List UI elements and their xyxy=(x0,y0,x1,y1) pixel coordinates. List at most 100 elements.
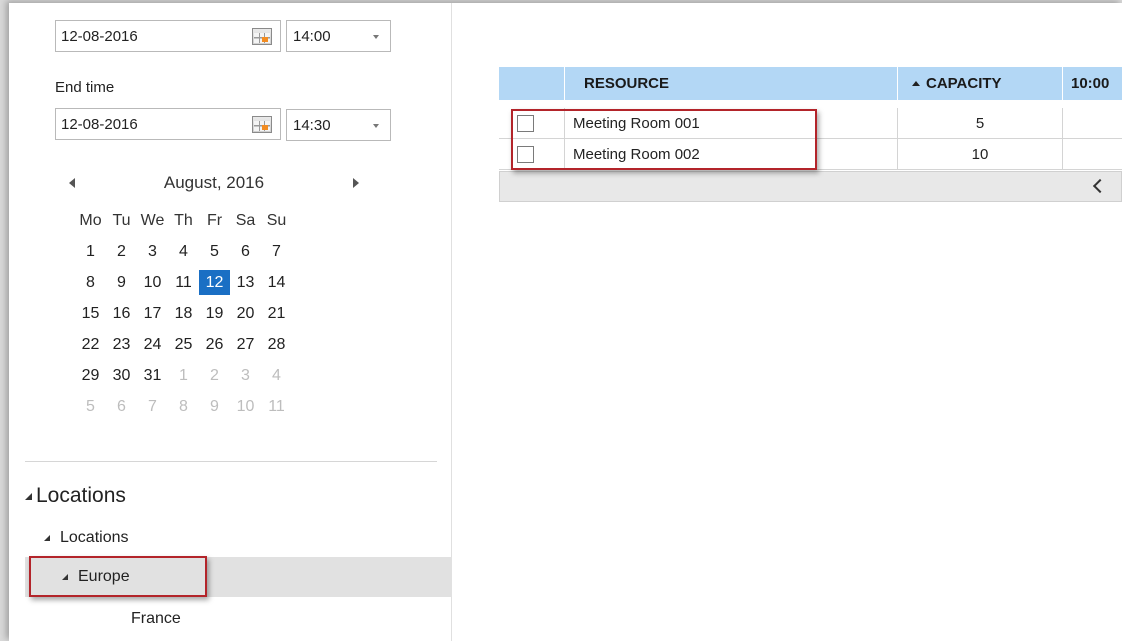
calendar-day[interactable]: 7 xyxy=(137,394,168,419)
end-date-value: 12-08-2016 xyxy=(61,115,138,133)
start-date-value: 12-08-2016 xyxy=(61,27,138,45)
capacity-cell: 10 xyxy=(898,139,1063,169)
calendar-day[interactable]: 1 xyxy=(75,239,106,264)
column-label: RESOURCE xyxy=(584,75,670,92)
calendar-day[interactable]: 8 xyxy=(168,394,199,419)
calendar-icon[interactable] xyxy=(252,28,272,45)
calendar-day[interactable]: 28 xyxy=(261,332,292,357)
calendar-day[interactable]: 6 xyxy=(230,239,261,264)
time-slot-cell[interactable] xyxy=(1063,139,1122,169)
calendar-nav: August, 2016 xyxy=(69,173,359,195)
calendar-day[interactable]: 9 xyxy=(106,270,137,295)
calendar-day[interactable]: 15 xyxy=(75,301,106,326)
tree-node-locations[interactable]: Locations xyxy=(44,529,129,547)
tree-node-label: Locations xyxy=(60,529,129,546)
calendar-day[interactable]: 24 xyxy=(137,332,168,357)
column-header-time[interactable]: 10:00 xyxy=(1063,67,1122,100)
calendar-day[interactable]: 16 xyxy=(106,301,137,326)
calendar-day[interactable]: 6 xyxy=(106,394,137,419)
chevron-down-icon xyxy=(373,124,379,128)
calendar-day[interactable]: 20 xyxy=(230,301,261,326)
end-time-select[interactable]: 14:30 xyxy=(286,109,391,141)
header-select-column[interactable] xyxy=(499,67,565,100)
chevron-down-icon xyxy=(373,35,379,39)
time-slot-cell[interactable] xyxy=(1063,108,1122,138)
column-label: 10:00 xyxy=(1071,75,1110,92)
start-date-field[interactable]: 12-08-2016 xyxy=(55,20,281,52)
column-label: CAPACITY xyxy=(926,75,1002,92)
horizontal-scrollbar[interactable] xyxy=(499,171,1122,202)
calendar-day[interactable]: 19 xyxy=(199,301,230,326)
calendar-week: 8 9 10 11 12 13 14 xyxy=(75,270,292,301)
weekday-label: We xyxy=(140,212,165,229)
capacity-cell: 5 xyxy=(898,108,1063,138)
filter-panel: 12-08-2016 14:00 End time 12-08-2016 14:… xyxy=(9,3,452,641)
calendar-day[interactable]: 26 xyxy=(199,332,230,357)
calendar-day[interactable]: 2 xyxy=(199,363,230,388)
calendar-day[interactable]: 14 xyxy=(261,270,292,295)
calendar-day[interactable]: 1 xyxy=(168,363,199,388)
calendar-day[interactable]: 10 xyxy=(137,270,168,295)
weekday-header: Mo Tu We Th Fr Sa Su xyxy=(75,208,292,239)
calendar-week: 29 30 31 1 2 3 4 xyxy=(75,363,292,394)
expand-triangle-icon[interactable] xyxy=(44,535,50,541)
weekday-label: Th xyxy=(174,212,193,229)
calendar-week: 15 16 17 18 19 20 21 xyxy=(75,301,292,332)
calendar-day[interactable]: 7 xyxy=(261,239,292,264)
locations-section-header[interactable]: Locations xyxy=(25,484,126,508)
calendar-day[interactable]: 21 xyxy=(261,301,292,326)
start-time-select[interactable]: 14:00 xyxy=(286,20,391,52)
column-header-capacity[interactable]: CAPACITY xyxy=(898,67,1063,100)
calendar-day[interactable]: 10 xyxy=(230,394,261,419)
calendar-day[interactable]: 23 xyxy=(106,332,137,357)
next-month-icon[interactable] xyxy=(353,178,359,188)
calendar-week: 5 6 7 8 9 10 11 xyxy=(75,394,292,425)
scroll-left-icon[interactable] xyxy=(1092,178,1108,194)
weekday-label: Mo xyxy=(79,212,102,229)
calendar-day[interactable]: 17 xyxy=(137,301,168,326)
calendar-week: 22 23 24 25 26 27 28 xyxy=(75,332,292,363)
month-calendar: Mo Tu We Th Fr Sa Su 1 2 3 4 5 6 7 8 9 10 11 12 13 14 15 16 17… xyxy=(75,208,292,425)
calendar-day[interactable]: 27 xyxy=(230,332,261,357)
calendar-day[interactable]: 3 xyxy=(230,363,261,388)
calendar-week: 1234567 xyxy=(75,239,292,270)
weekday-label: Tu xyxy=(112,212,131,229)
tree-node-label: France xyxy=(131,610,181,627)
calendar-day[interactable]: 4 xyxy=(261,363,292,388)
annotation-highlight-box xyxy=(29,556,207,597)
calendar-day[interactable]: 11 xyxy=(261,394,292,419)
calendar-day[interactable]: 11 xyxy=(168,270,199,295)
calendar-day[interactable]: 13 xyxy=(230,270,261,295)
calendar-day[interactable]: 30 xyxy=(106,363,137,388)
scheduler-window: 12-08-2016 14:00 End time 12-08-2016 14:… xyxy=(9,3,1122,641)
calendar-day[interactable]: 3 xyxy=(137,239,168,264)
weekday-label: Sa xyxy=(235,212,256,229)
locations-heading: Locations xyxy=(36,484,126,507)
annotation-highlight-box xyxy=(511,109,817,170)
calendar-day[interactable]: 5 xyxy=(199,239,230,264)
calendar-day[interactable]: 5 xyxy=(75,394,106,419)
end-date-field[interactable]: 12-08-2016 xyxy=(55,108,281,140)
start-time-value: 14:00 xyxy=(293,27,331,45)
calendar-day[interactable]: 22 xyxy=(75,332,106,357)
calendar-day[interactable]: 2 xyxy=(106,239,137,264)
column-header-resource[interactable]: RESOURCE xyxy=(565,67,898,100)
calendar-icon[interactable] xyxy=(252,116,272,133)
divider xyxy=(25,461,437,462)
calendar-day[interactable]: 9 xyxy=(199,394,230,419)
collapse-triangle-icon xyxy=(25,492,32,500)
resource-grid: RESOURCE CAPACITY 10:00 Meeting Room 001… xyxy=(499,67,1122,202)
calendar-day[interactable]: 4 xyxy=(168,239,199,264)
tree-node-france[interactable]: France xyxy=(131,610,181,628)
calendar-day[interactable]: 31 xyxy=(137,363,168,388)
weekday-label: Fr xyxy=(206,212,223,229)
calendar-day[interactable]: 25 xyxy=(168,332,199,357)
month-title[interactable]: August, 2016 xyxy=(69,173,359,193)
calendar-day[interactable]: 18 xyxy=(168,301,199,326)
end-time-label: End time xyxy=(55,79,115,96)
calendar-day[interactable]: 8 xyxy=(75,270,106,295)
grid-header: RESOURCE CAPACITY 10:00 xyxy=(499,67,1122,100)
sort-ascending-icon xyxy=(912,81,920,86)
calendar-day-selected[interactable]: 12 xyxy=(199,270,230,295)
calendar-day[interactable]: 29 xyxy=(75,363,106,388)
